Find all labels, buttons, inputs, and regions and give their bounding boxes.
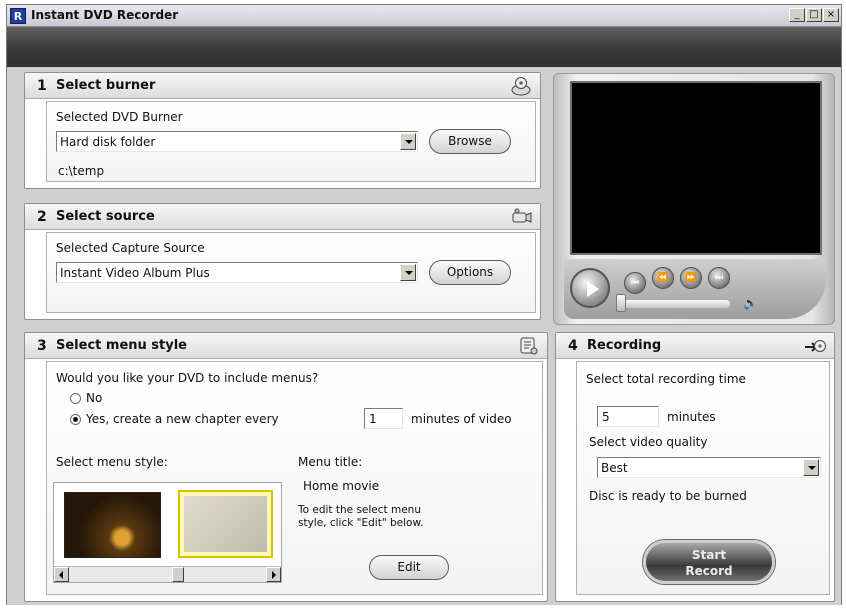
menu-list-icon: [520, 337, 538, 355]
menu-style-gallery[interactable]: [53, 482, 282, 583]
video-quality-value: Best: [601, 461, 628, 475]
radio-yes[interactable]: [70, 414, 81, 425]
panel-title: Recording: [587, 338, 662, 353]
previous-button[interactable]: ⏮: [624, 272, 646, 294]
menu-style-thumbnail-selected[interactable]: [178, 490, 273, 558]
chevron-down-icon[interactable]: [400, 264, 416, 281]
disc-status: Disc is ready to be burned: [589, 489, 747, 503]
step-number: 4: [568, 338, 578, 354]
menu-title-label: Menu title:: [298, 455, 363, 469]
burn-disc-icon: [805, 340, 826, 352]
options-button[interactable]: Options: [429, 260, 511, 285]
header-band: [7, 27, 841, 67]
video-preview-panel: ⏮ ⏪ ⏩ ⏭ 🔈: [553, 73, 835, 325]
start-record-line2: Record: [685, 564, 733, 578]
radio-no-label: No: [86, 391, 103, 405]
source-label: Selected Capture Source: [56, 241, 205, 255]
title-bar: R Instant DVD Recorder _ □ ×: [7, 5, 841, 27]
recording-time-label: Select total recording time: [586, 372, 746, 386]
panel-body: Selected Capture Source Instant Video Al…: [46, 232, 536, 313]
window-title: Instant DVD Recorder: [31, 8, 179, 22]
fast-forward-button[interactable]: ⏩: [680, 267, 702, 289]
select-burner-panel: 1 Select burner Selected DVD Burner Hard…: [24, 72, 541, 189]
camcorder-icon: [512, 208, 532, 223]
volume-slider-handle[interactable]: [616, 294, 626, 312]
maximize-button[interactable]: □: [806, 8, 822, 22]
recording-panel: 4 Recording Select total recording time …: [555, 332, 835, 602]
minutes-of-video-label: minutes of video: [411, 412, 512, 426]
panel-header: 3 Select menu style: [25, 333, 547, 359]
edit-hint: To edit the select menu style, click "Ed…: [298, 504, 424, 529]
menu-style-label: Select menu style:: [56, 455, 168, 469]
recording-time-value: 5: [602, 410, 610, 424]
panel-header: 2 Select source: [25, 204, 540, 230]
source-value: Instant Video Album Plus: [60, 266, 210, 280]
recording-time-unit: minutes: [667, 410, 716, 424]
panel-title: Select menu style: [56, 338, 187, 353]
source-dropdown[interactable]: Instant Video Album Plus: [56, 262, 418, 283]
panel-body: Would you like your DVD to include menus…: [46, 361, 543, 595]
minimize-button[interactable]: _: [789, 8, 805, 22]
radio-yes-label: Yes, create a new chapter every: [86, 412, 279, 426]
chapter-minutes-input[interactable]: 1: [364, 408, 403, 429]
app-icon: R: [10, 8, 26, 24]
panel-header: 1 Select burner: [25, 73, 540, 99]
step-number: 1: [37, 78, 47, 94]
edit-button[interactable]: Edit: [369, 555, 449, 580]
speaker-icon: 🔈: [743, 296, 758, 310]
scroll-thumb[interactable]: [172, 567, 184, 582]
app-window: R Instant DVD Recorder _ □ × 1 Select bu…: [6, 4, 842, 605]
burner-dropdown[interactable]: Hard disk folder: [56, 131, 418, 152]
step-number: 2: [37, 209, 47, 225]
start-record-button[interactable]: Start Record: [643, 540, 775, 584]
video-screen: [570, 81, 822, 255]
select-source-panel: 2 Select source Selected Capture Source …: [24, 203, 541, 320]
burner-path: c:\temp: [58, 164, 105, 178]
scroll-left-button[interactable]: [54, 567, 69, 582]
start-record-line1: Start: [691, 548, 727, 562]
panel-body: Select total recording time 5 minutes Se…: [576, 361, 830, 595]
disc-burner-icon: [511, 77, 531, 96]
rewind-button[interactable]: ⏪: [652, 267, 674, 289]
browse-button[interactable]: Browse: [429, 129, 511, 154]
volume-slider[interactable]: [620, 300, 730, 308]
scroll-right-button[interactable]: [266, 567, 281, 582]
chevron-down-icon[interactable]: [803, 459, 819, 476]
menus-question: Would you like your DVD to include menus…: [56, 371, 319, 385]
video-quality-label: Select video quality: [589, 435, 708, 449]
panel-header: 4 Recording: [556, 333, 834, 359]
menu-title-value: Home movie: [303, 479, 380, 493]
main-content: 1 Select burner Selected DVD Burner Hard…: [7, 67, 841, 605]
menu-style-thumbnail[interactable]: [64, 492, 161, 558]
step-number: 3: [37, 338, 47, 354]
burner-label: Selected DVD Burner: [56, 110, 183, 124]
recording-time-input[interactable]: 5: [597, 406, 659, 427]
panel-title: Select burner: [56, 78, 156, 93]
video-quality-dropdown[interactable]: Best: [597, 457, 821, 478]
panel-title: Select source: [56, 209, 155, 224]
chapter-minutes-value: 1: [369, 412, 377, 426]
gallery-scrollbar[interactable]: [54, 566, 281, 582]
select-menu-style-panel: 3 Select menu style Would you like your …: [24, 332, 548, 602]
burner-value: Hard disk folder: [60, 135, 156, 149]
radio-no[interactable]: [70, 393, 81, 404]
chevron-down-icon[interactable]: [400, 133, 416, 150]
next-button[interactable]: ⏭: [708, 267, 730, 289]
play-button[interactable]: [570, 268, 610, 308]
close-button[interactable]: ×: [823, 8, 839, 22]
panel-body: Selected DVD Burner Hard disk folder Bro…: [46, 101, 536, 182]
